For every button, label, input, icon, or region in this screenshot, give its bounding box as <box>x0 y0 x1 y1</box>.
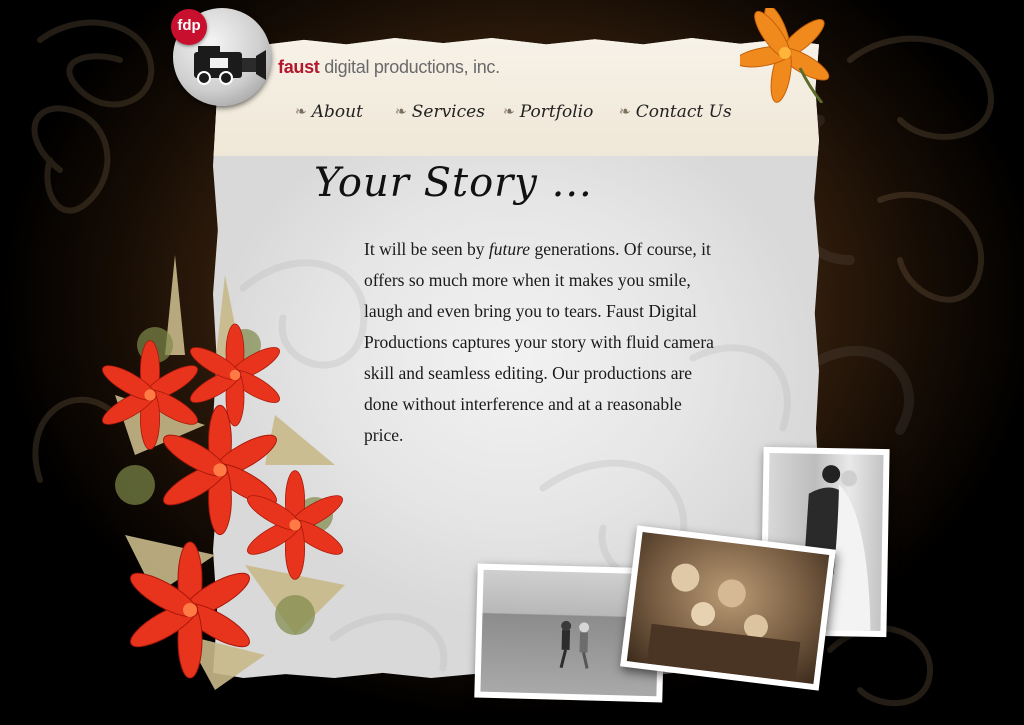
company-name[interactable]: faust digital productions, inc. <box>278 57 500 78</box>
nav-label: Portfolio <box>519 102 594 122</box>
logo-badge: fdp <box>171 9 207 45</box>
intro-text-rest: generations. Of course, it offers so muc… <box>364 239 714 445</box>
swirl-icon: ❧ <box>395 104 407 120</box>
intro-emphasis: future <box>488 239 531 259</box>
page-headline: Your Story ... <box>314 160 593 206</box>
video-camera-icon <box>194 46 266 85</box>
intro-paragraph: It will be seen by future generations. O… <box>364 234 724 451</box>
company-name-highlight: faust <box>278 57 320 77</box>
page-stage: fdp faust digital productions, inc. ❧ Ab… <box>0 0 1024 725</box>
nav-label: About <box>311 102 363 122</box>
nav-item-about[interactable]: ❧ About <box>295 102 363 122</box>
intro-text-start: It will be seen by <box>364 239 489 259</box>
red-lily-bouquet <box>97 255 348 690</box>
company-name-rest: digital productions, inc. <box>319 57 500 77</box>
nav-item-contact-us[interactable]: ❧ Contact Us <box>619 102 732 122</box>
family-photo <box>620 525 836 691</box>
swirl-icon: ❧ <box>619 104 631 120</box>
swirl-icon: ❧ <box>503 104 515 120</box>
nav-item-services[interactable]: ❧ Services <box>395 102 485 122</box>
nav-label: Services <box>411 102 485 122</box>
nav-label: Contact Us <box>635 102 732 122</box>
swirl-icon: ❧ <box>295 104 307 120</box>
nav-item-portfolio[interactable]: ❧ Portfolio <box>503 102 593 122</box>
orange-lily-decoration <box>740 8 830 103</box>
